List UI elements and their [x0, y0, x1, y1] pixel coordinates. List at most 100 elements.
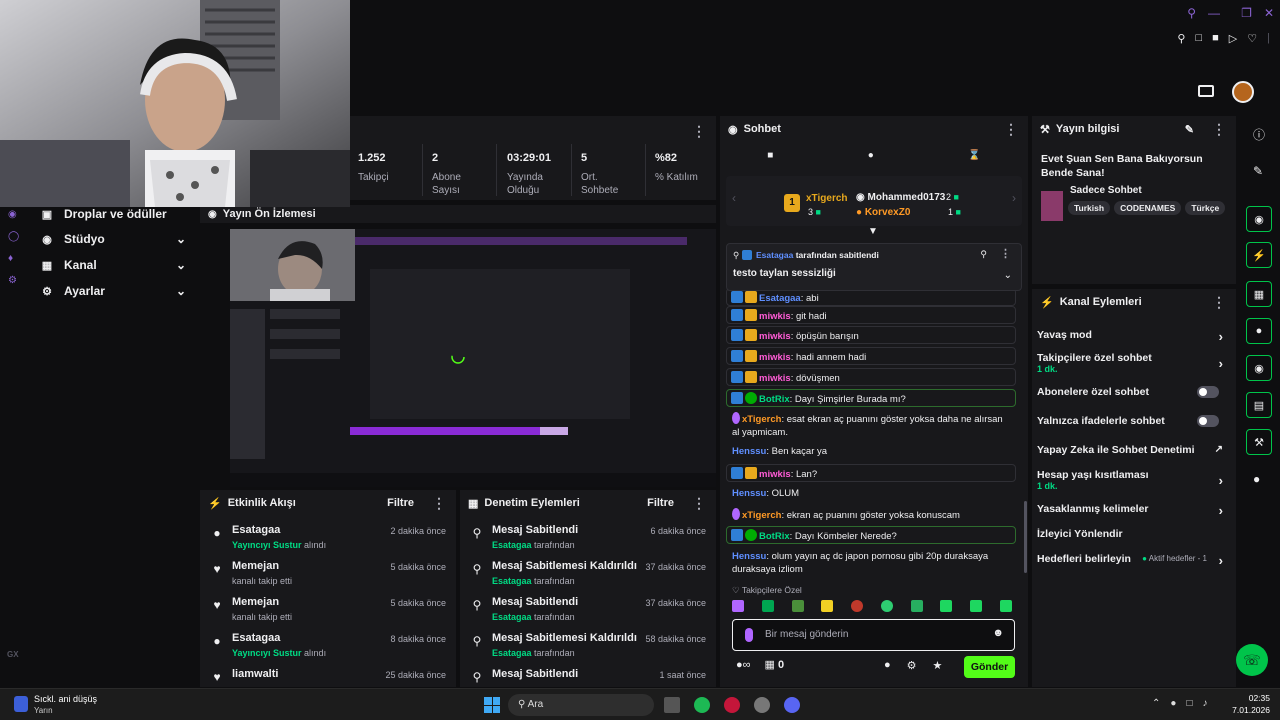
- emote-icon[interactable]: [970, 600, 983, 612]
- feed-row[interactable]: ● Esatagaa Yayıncıyı Sustur alındı 2 dakika…: [200, 520, 456, 556]
- more-icon[interactable]: ⋮: [692, 124, 706, 138]
- feed-row[interactable]: ● Esatagaa Yayıncıyı Sustur alındı 8 dakika…: [200, 628, 456, 664]
- document-icon[interactable]: ▦: [1246, 281, 1272, 307]
- emote-picker-icon[interactable]: ★: [933, 659, 943, 672]
- external-link-icon[interactable]: ↗: [1215, 444, 1223, 455]
- channel-action[interactable]: Hesap yaşı kısıtlaması 1 dk. ›: [1037, 469, 1229, 491]
- channel-action[interactable]: Takipçilere özel sohbet 1 dk. ›: [1037, 352, 1229, 374]
- chevron-left-icon[interactable]: ‹: [732, 191, 736, 205]
- chat-username[interactable]: BotRix: [759, 531, 790, 542]
- weather-icon[interactable]: [14, 696, 28, 712]
- preview-video[interactable]: [230, 229, 716, 487]
- chat-message[interactable]: BotRix: Dayı Kömbeler Nerede?: [726, 526, 1016, 544]
- send-button[interactable]: Gönder: [964, 656, 1015, 678]
- more-icon[interactable]: ⋮: [1004, 122, 1018, 136]
- chat-username[interactable]: Henssu: [732, 551, 766, 562]
- steam-icon[interactable]: [754, 697, 770, 713]
- volume-icon[interactable]: ♪: [1202, 698, 1207, 709]
- chat-username[interactable]: xTigerch: [742, 510, 781, 521]
- nav-channel[interactable]: ▦ Kanal ⌄: [26, 252, 200, 278]
- category-name[interactable]: Sadece Sohbet: [1070, 185, 1142, 196]
- pin-icon[interactable]: ⚲: [1177, 32, 1185, 45]
- feed-row[interactable]: ⚲ Mesaj Sabitlendi Esatagaa tarafından 6 da…: [460, 520, 716, 556]
- chat-icon[interactable]: ●: [1246, 318, 1272, 344]
- chat-input[interactable]: Bir mesaj gönderin ☻: [732, 619, 1015, 651]
- emote-icon[interactable]: [880, 600, 893, 612]
- nav-studio[interactable]: ◉ Stüdyo ⌄: [26, 226, 200, 252]
- chevron-right-icon[interactable]: ›: [1219, 553, 1223, 568]
- chat-message[interactable]: Henssu: Ben kaçar ya: [726, 443, 1016, 460]
- heart-icon[interactable]: ♡: [1247, 32, 1257, 45]
- tag[interactable]: CODENAMES: [1114, 201, 1182, 215]
- discord-icon[interactable]: [784, 697, 800, 713]
- chevron-right-icon[interactable]: ›: [1219, 356, 1223, 371]
- gx-icon[interactable]: GX: [7, 650, 19, 659]
- hourglass-icon[interactable]: ⌛: [968, 150, 980, 166]
- edit-icon[interactable]: ✎: [1185, 123, 1194, 136]
- channel-action[interactable]: Yasaklanmış kelimeler ›: [1037, 503, 1229, 518]
- chevron-right-icon[interactable]: ›: [1219, 473, 1223, 488]
- chat-message[interactable]: BotRix: Dayı Şimşirler Burada mı?: [726, 389, 1016, 407]
- points[interactable]: ▦ 0: [765, 658, 785, 671]
- file-explorer-icon[interactable]: [664, 697, 680, 713]
- game-icon[interactable]: ♦: [8, 248, 19, 270]
- weather-title[interactable]: Sıckl. ani düşüş: [34, 694, 97, 704]
- spotify-icon[interactable]: [694, 697, 710, 713]
- play-icon[interactable]: ▷: [1229, 32, 1237, 45]
- clock-date[interactable]: 7.01.2026: [1222, 705, 1270, 715]
- support-icon[interactable]: ☏: [1236, 644, 1268, 676]
- chat-message[interactable]: miwkis: hadi annem hadi: [726, 347, 1016, 365]
- layout-icon[interactable]: ▤: [1246, 392, 1272, 418]
- channel-action[interactable]: İzleyici Yönlendir: [1037, 528, 1229, 540]
- more-icon[interactable]: ⋮: [692, 496, 706, 510]
- category-thumbnail[interactable]: [1041, 191, 1063, 221]
- clock-icon[interactable]: ◯: [8, 226, 19, 248]
- toggle-switch[interactable]: [1197, 415, 1219, 427]
- chat-message[interactable]: miwkis: öpüşün barışın: [726, 326, 1016, 344]
- emote-icon[interactable]: [999, 600, 1012, 612]
- chat-username[interactable]: BotRix: [759, 394, 790, 405]
- chat-username[interactable]: miwkis: [759, 373, 791, 384]
- chevron-up-icon[interactable]: ⌃: [1152, 698, 1160, 709]
- mic-icon[interactable]: [745, 628, 753, 642]
- channel-action[interactable]: Abonelere özel sohbet: [1037, 386, 1229, 398]
- collapse-icon[interactable]: ▼: [868, 226, 878, 237]
- feed-row[interactable]: ⚲ Mesaj Sabitlemesi Kaldırıldı Esatagaa ta…: [460, 556, 716, 592]
- more-icon[interactable]: ⋮: [1212, 122, 1226, 136]
- chat-username[interactable]: miwkis: [759, 352, 791, 363]
- filter-button[interactable]: Filtre: [387, 497, 414, 509]
- opera-gx-icon[interactable]: [724, 697, 740, 713]
- info-icon[interactable]: ⓘ: [1253, 126, 1265, 143]
- settings-icon[interactable]: ⚙: [8, 270, 19, 292]
- channel-action[interactable]: Yavaş mod ›: [1037, 329, 1229, 344]
- emote-icon[interactable]: [732, 600, 744, 612]
- more-icon[interactable]: ⋮: [432, 496, 446, 510]
- chevron-right-icon[interactable]: ›: [1219, 503, 1223, 518]
- gift-box-icon[interactable]: [1198, 85, 1214, 97]
- channel-action[interactable]: Hedefleri belirleyin › ● Aktif hedefler - …: [1037, 553, 1229, 568]
- chat-message[interactable]: Henssu: olum yayın aç dc japon pornosu g…: [726, 548, 1016, 578]
- display-icon[interactable]: □: [1186, 698, 1192, 709]
- search-icon[interactable]: ⚲: [1187, 6, 1196, 20]
- chat-message[interactable]: Henssu: OLUM: [726, 485, 1016, 502]
- filter-button[interactable]: Filtre: [647, 497, 674, 509]
- chevron-right-icon[interactable]: ›: [1219, 329, 1223, 344]
- feed-row[interactable]: ⚲ Mesaj Sabitlendi Esatagaa tarafından 37 d…: [460, 592, 716, 628]
- shield-icon[interactable]: ■: [1212, 32, 1219, 45]
- pinned-message[interactable]: ⚲ Esatagaa tarafından sabitlendi testo t…: [726, 243, 1022, 291]
- broadcast-icon[interactable]: ◉: [1246, 355, 1272, 381]
- chat-message[interactable]: miwkis: Lan?: [726, 464, 1016, 482]
- minimize-icon[interactable]: —: [1208, 6, 1220, 20]
- chat-message[interactable]: xTigerch: esat ekran aç puanını göster y…: [726, 410, 1016, 441]
- chat-username[interactable]: miwkis: [759, 469, 791, 480]
- chevron-down-icon[interactable]: ⌄: [1004, 270, 1012, 281]
- channel-action[interactable]: Yapay Zeka ile Sohbet Denetimi ↗: [1037, 444, 1229, 456]
- feed-row[interactable]: ♥ Memejan kanalı takip etti 5 dakika önce: [200, 592, 456, 628]
- emote-icon[interactable]: [761, 600, 774, 612]
- emote-icon[interactable]: [821, 600, 834, 612]
- wrench-icon[interactable]: ⚒: [1246, 429, 1272, 455]
- restore-icon[interactable]: ❐: [1241, 6, 1252, 20]
- chat-username[interactable]: Henssu: [732, 488, 766, 499]
- feed-row[interactable]: ⚲ Mesaj Sabitlemesi Kaldırıldı Esatagaa ta…: [460, 628, 716, 664]
- more-icon[interactable]: ⋮: [1000, 249, 1011, 260]
